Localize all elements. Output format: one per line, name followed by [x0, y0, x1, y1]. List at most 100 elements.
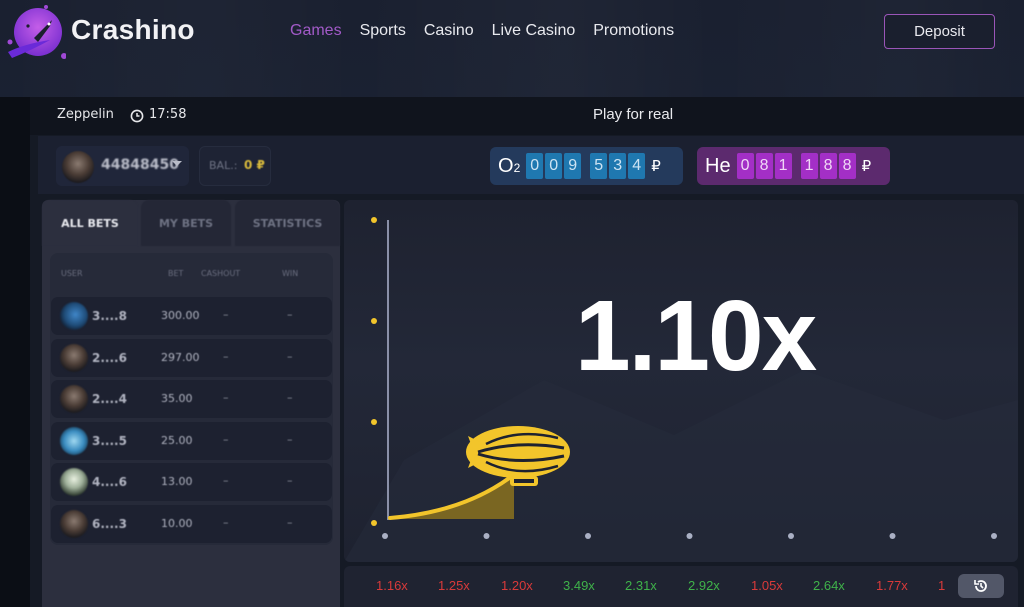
row-cashout: – [223, 433, 229, 446]
history-multiplier: 1.16x [376, 578, 408, 593]
row-win: – [287, 308, 293, 321]
avatar [60, 344, 88, 372]
balance-label: BAL.: [209, 159, 238, 172]
history-multiplier: 1.77x [876, 578, 908, 593]
table-row: 4....6 13.00 – – [51, 463, 332, 501]
main-nav: Games Sports Casino Live Casino Promotio… [290, 22, 674, 40]
row-user: 4....6 [92, 475, 127, 489]
jackpot-digit: 8 [838, 153, 856, 179]
currency-symbol: ₽ [861, 157, 872, 175]
x-axis-dot [483, 533, 490, 539]
row-win: – [287, 391, 293, 404]
row-bet: 10.00 [161, 517, 193, 530]
history-multiplier: 3.49x [563, 578, 595, 593]
deposit-button[interactable]: Deposit [884, 14, 995, 49]
row-win: – [287, 474, 293, 487]
nav-promotions[interactable]: Promotions [593, 22, 674, 40]
currency-symbol: ₽ [651, 157, 661, 175]
jackpot-digit: 0 [545, 153, 563, 179]
current-multiplier: 1.10x [575, 280, 817, 392]
game-name: Zeppelin [57, 107, 114, 122]
y-axis-dot [371, 318, 377, 324]
nav-games[interactable]: Games [290, 22, 342, 40]
nav-live-casino[interactable]: Live Casino [492, 22, 576, 40]
row-win: – [287, 350, 293, 363]
table-row: 2....4 35.00 – – [51, 380, 332, 418]
tab-statistics[interactable]: STATISTICS [235, 200, 340, 246]
x-axis-dot [686, 533, 693, 539]
y-axis-dot [371, 217, 377, 223]
x-axis-dot [585, 533, 591, 539]
row-user: 6....3 [92, 517, 127, 531]
row-user: 3....5 [92, 434, 127, 448]
avatar [60, 510, 88, 538]
x-axis-dot [889, 533, 896, 539]
row-user: 2....6 [92, 351, 127, 365]
row-bet: 13.00 [161, 475, 193, 488]
nav-casino[interactable]: Casino [424, 22, 474, 40]
history-multiplier: 1.20x [501, 578, 533, 593]
site-header: Crashino Games Sports Casino Live Casino… [0, 0, 1024, 64]
play-mode-label: Play for real [593, 106, 674, 123]
row-win: – [287, 516, 293, 529]
x-axis-dot [382, 533, 388, 539]
history-multiplier: 2.92x [688, 578, 720, 593]
history-multiplier: 1.25x [438, 578, 470, 593]
oxygen-icon: O2 [498, 154, 521, 177]
history-multiplier: 2.31x [625, 578, 657, 593]
history-multiplier: 1.05x [751, 578, 783, 593]
frame-edge [0, 97, 30, 607]
table-row: 3....8 300.00 – – [51, 297, 332, 335]
row-bet: 35.00 [161, 392, 193, 405]
table-row: 3....5 25.00 – – [51, 422, 332, 460]
jackpot-digit: 9 [564, 153, 582, 179]
row-cashout: – [223, 308, 229, 321]
tab-all-bets[interactable]: ALL BETS [42, 200, 138, 246]
column-header-user: USER [61, 269, 83, 278]
column-header-win: WIN [282, 269, 299, 278]
chevron-down-icon[interactable] [172, 161, 182, 166]
brand-name[interactable]: Crashino [71, 14, 195, 46]
jackpot-digit: 1 [774, 153, 792, 179]
row-bet: 297.00 [161, 351, 200, 364]
avatar [60, 427, 88, 455]
jackpot-digit: 0 [736, 153, 754, 179]
history-multiplier: 2.64x [813, 578, 845, 593]
jackpot-digit: 8 [755, 153, 773, 179]
table-row: 2....6 297.00 – – [51, 339, 332, 377]
jackpot-digit: 5 [590, 153, 608, 179]
row-bet: 300.00 [161, 309, 200, 322]
avatar [60, 302, 88, 330]
avatar [60, 468, 88, 496]
rocket-planet-logo-icon[interactable] [4, 4, 66, 64]
y-axis-dot [371, 419, 377, 425]
history-multiplier: 1 [938, 578, 946, 593]
table-row: 6....3 10.00 – – [51, 505, 332, 543]
jackpot-digit: 8 [819, 153, 837, 179]
jackpot-digit: 1 [800, 153, 818, 179]
jackpot-digit: 4 [628, 153, 646, 179]
row-cashout: – [223, 474, 229, 487]
row-user: 3....8 [92, 309, 127, 323]
row-user: 2....4 [92, 392, 127, 406]
column-header-cashout: CASHOUT [201, 269, 241, 278]
x-axis-dot [991, 533, 997, 539]
user-id[interactable]: 44848450 [101, 157, 179, 173]
jackpot-digit: 0 [526, 153, 544, 179]
nav-sports[interactable]: Sports [360, 22, 406, 40]
avatar[interactable] [62, 151, 94, 183]
game-time: 17:58 [149, 107, 187, 122]
history-button[interactable] [958, 574, 1004, 598]
row-win: – [287, 433, 293, 446]
jackpot-digit: 3 [609, 153, 627, 179]
avatar [60, 385, 88, 413]
row-cashout: – [223, 516, 229, 529]
row-cashout: – [223, 391, 229, 404]
tab-my-bets[interactable]: MY BETS [141, 200, 231, 246]
y-axis-dot [371, 520, 377, 526]
column-header-bet: BET [168, 269, 184, 278]
x-axis-dot [788, 533, 794, 539]
history-icon [974, 580, 987, 592]
jackpot-he: He 0 8 1 1 8 8 ₽ [697, 147, 890, 185]
row-bet: 25.00 [161, 434, 193, 447]
